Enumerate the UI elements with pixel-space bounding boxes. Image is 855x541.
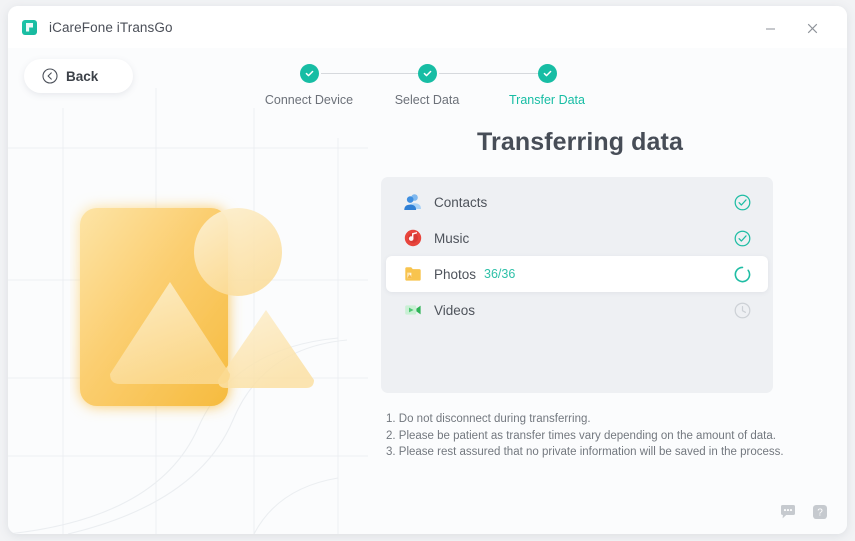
note-line: 3. Please rest assured that no private i…: [386, 446, 784, 458]
close-button[interactable]: [797, 16, 827, 40]
transfer-notes: 1. Do not disconnect during transferring…: [386, 411, 796, 461]
main-content-area: Back Connect Device Select Data Transfer…: [8, 48, 847, 534]
clock-icon: [733, 301, 751, 319]
transfer-item-label: Photos: [434, 266, 477, 282]
transfer-item-label: Music: [434, 230, 470, 246]
minimize-button[interactable]: [755, 16, 785, 40]
transfer-row-contacts[interactable]: Contacts: [386, 184, 768, 220]
footer-icon-group: ?: [779, 503, 829, 521]
check-circle-outline-icon: [733, 229, 751, 247]
app-window: iCareFone iTransGo Back Connect Device S…: [8, 6, 847, 534]
transfer-item-label: Videos: [434, 302, 476, 318]
note-line: 2. Please be patient as transfer times v…: [386, 429, 776, 442]
check-circle-icon: [299, 64, 319, 83]
transfer-item-label: Contacts: [434, 194, 488, 210]
stepper-step-transfer-data[interactable]: Transfer Data: [487, 64, 607, 107]
check-circle-icon: [537, 64, 557, 83]
note-line: 1. Do not disconnect during transferring…: [386, 413, 591, 425]
stepper-label: Transfer Data: [509, 93, 585, 107]
progress-stepper: Connect Device Select Data Transfer Data: [249, 64, 609, 120]
spinner-icon: [733, 265, 751, 283]
check-circle-icon: [417, 64, 437, 83]
check-circle-outline-icon: [733, 193, 751, 211]
transfer-row-videos[interactable]: Videos: [386, 292, 768, 328]
stepper-step-select-data[interactable]: Select Data: [367, 64, 487, 107]
stepper-step-connect-device[interactable]: Connect Device: [249, 64, 369, 107]
circle-arrow-left-icon: [42, 68, 58, 84]
photos-folder-icon: [402, 263, 424, 285]
transfer-row-photos[interactable]: Photos 36/36: [386, 256, 768, 292]
page-title: Transferring data: [477, 128, 683, 156]
photo-image-illustration: [80, 208, 314, 406]
music-disc-icon: [402, 227, 424, 249]
contacts-icon: [402, 191, 424, 213]
app-logo-icon: [22, 19, 37, 35]
back-button[interactable]: Back: [24, 59, 133, 93]
transfer-item-count: 36/36: [484, 267, 516, 281]
chat-bubble-icon[interactable]: [779, 503, 797, 521]
svg-text:?: ?: [817, 508, 823, 519]
title-bar: iCareFone iTransGo: [8, 6, 847, 48]
app-title: iCareFone iTransGo: [49, 19, 173, 35]
stepper-label: Connect Device: [264, 93, 354, 107]
transfer-row-music[interactable]: Music: [386, 220, 768, 256]
question-mark-icon[interactable]: ?: [811, 503, 829, 521]
back-button-label: Back: [66, 68, 99, 84]
stepper-label: Select Data: [394, 93, 460, 107]
transfer-items-list: Contacts Music Photos 36/36 Videos: [381, 177, 773, 393]
video-camera-icon: [402, 299, 424, 321]
